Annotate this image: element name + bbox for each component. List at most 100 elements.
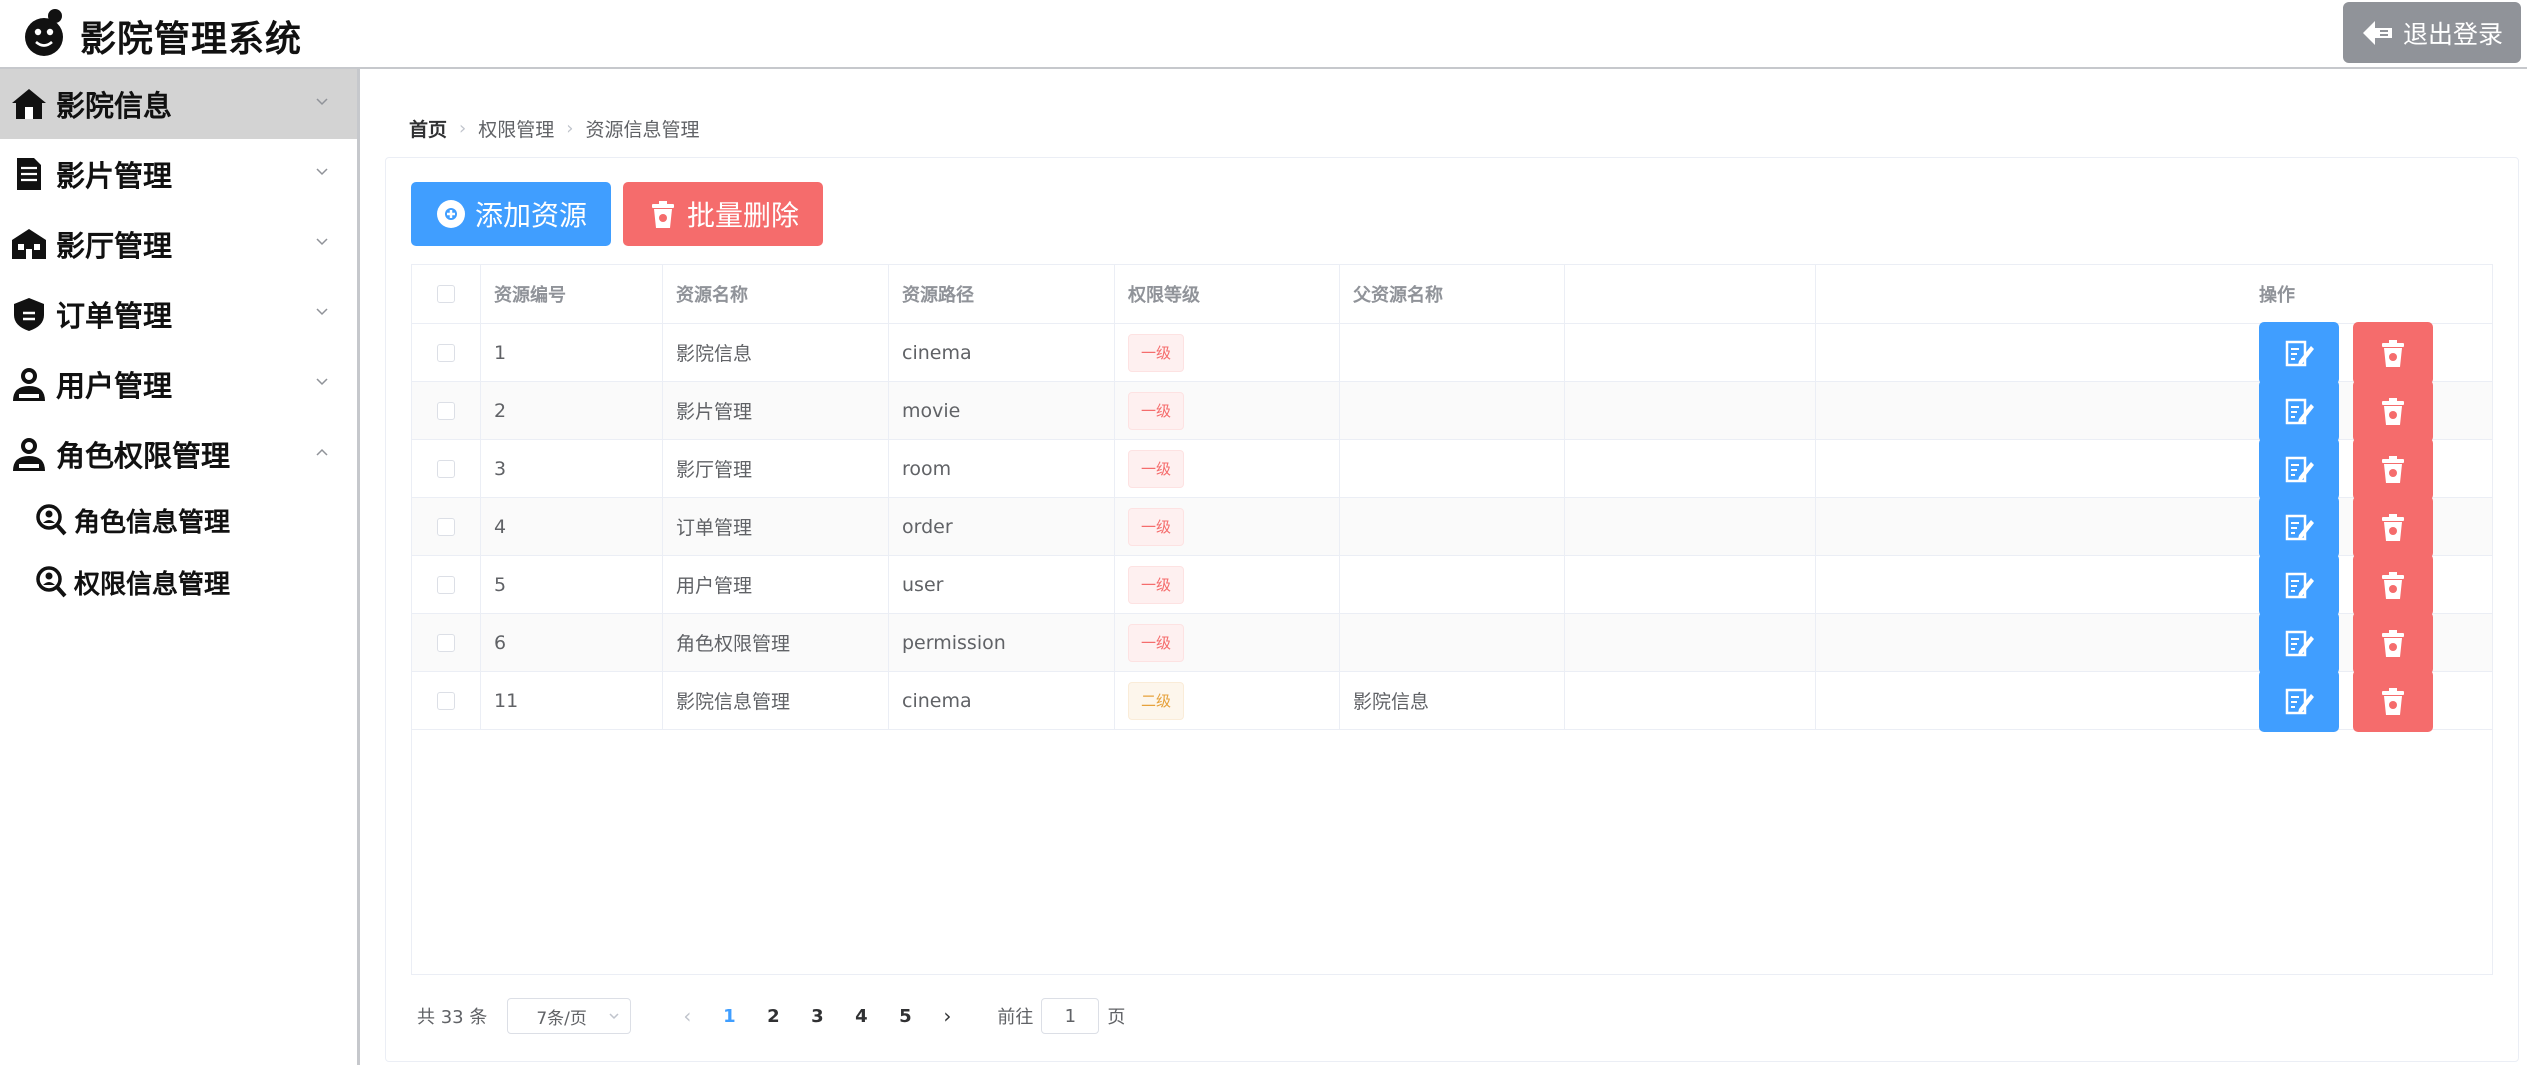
row-checkbox[interactable] [437, 401, 455, 420]
batch-delete-button[interactable]: 批量删除 [623, 182, 823, 246]
operation-cell [2245, 669, 2494, 732]
edit-button[interactable] [2259, 437, 2339, 500]
resource-path-cell: cinema [889, 672, 1115, 729]
goto-suffix: 页 [1107, 1007, 1126, 1028]
sidebar-subitem-label: 角色信息管理 [74, 507, 231, 538]
operation-cell [2245, 437, 2494, 500]
empty-cell [1565, 556, 1816, 613]
column-header-empty [1565, 265, 1816, 323]
logo-icon [25, 9, 63, 56]
table-row: 3 影厅管理 room 一级 [412, 437, 2494, 500]
prev-page-icon[interactable]: ‹ [667, 1004, 707, 1028]
page-number[interactable]: 5 [883, 1006, 927, 1027]
home-icon [10, 85, 48, 123]
sidebar-subitem-role-info[interactable]: 角色信息管理 [0, 489, 357, 551]
logout-label: 退出登录 [2402, 19, 2503, 49]
delete-button[interactable] [2353, 379, 2433, 442]
add-resource-label: 添加资源 [474, 199, 587, 232]
resource-id-cell: 2 [481, 382, 663, 439]
edit-button[interactable] [2259, 321, 2339, 384]
permission-level-cell: 一级 [1115, 556, 1340, 613]
sidebar-item-cinema-info[interactable]: 影院信息 [0, 69, 357, 139]
empty-cell [1565, 324, 1816, 381]
delete-button[interactable] [2353, 669, 2433, 732]
parent-resource-cell [1340, 440, 1565, 497]
empty-cell [1565, 498, 1816, 555]
edit-button[interactable] [2259, 669, 2339, 732]
row-checkbox[interactable] [437, 575, 455, 594]
sidebar-item-user[interactable]: 用户管理 [0, 349, 357, 419]
row-checkbox[interactable] [437, 459, 455, 478]
edit-icon [2283, 627, 2315, 659]
trash-icon [2377, 395, 2409, 427]
pagination: 共 33 条 7条/页 ‹ 1 2 3 4 5 › 前往 页 [417, 998, 1125, 1034]
row-checkbox[interactable] [437, 517, 455, 536]
delete-button[interactable] [2353, 495, 2433, 558]
goto-prefix: 前往 [997, 1007, 1034, 1028]
page-size-select[interactable]: 7条/页 [507, 998, 632, 1034]
logout-arrow-icon [2362, 20, 2392, 45]
edit-button[interactable] [2259, 379, 2339, 442]
delete-button[interactable] [2353, 437, 2433, 500]
sidebar-item-hall[interactable]: 影厅管理 [0, 209, 357, 279]
select-all-checkbox[interactable] [437, 285, 455, 303]
page-number[interactable]: 1 [707, 1006, 751, 1027]
page-number[interactable]: 2 [751, 1006, 795, 1027]
column-header: 权限等级 [1115, 265, 1340, 323]
delete-button[interactable] [2353, 553, 2433, 616]
parent-resource-cell [1340, 556, 1565, 613]
row-checkbox[interactable] [437, 633, 455, 652]
batch-delete-label: 批量删除 [686, 199, 799, 232]
row-select-cell [412, 382, 481, 439]
edit-button[interactable] [2259, 611, 2339, 674]
resource-id-cell: 4 [481, 498, 663, 555]
operation-cell [2245, 553, 2494, 616]
page-size-value: 7条/页 [536, 1008, 587, 1029]
row-select-cell [412, 324, 481, 381]
permission-level-tag: 一级 [1128, 565, 1185, 604]
resource-name-cell: 影片管理 [663, 382, 889, 439]
edit-icon [2283, 395, 2315, 427]
sidebar-subitem-permission-info[interactable]: 权限信息管理 [0, 551, 357, 613]
empty-cell [1565, 614, 1816, 671]
resource-name-cell: 角色权限管理 [663, 614, 889, 671]
row-checkbox[interactable] [437, 691, 455, 710]
permission-level-tag: 一级 [1128, 333, 1185, 372]
edit-button[interactable] [2259, 553, 2339, 616]
logout-button[interactable]: 退出登录 [2343, 2, 2521, 63]
permission-level-cell: 一级 [1115, 440, 1340, 497]
select-all-cell [412, 265, 481, 323]
chevron-down-icon [316, 308, 328, 316]
next-page-icon[interactable]: › [927, 1004, 967, 1028]
row-select-cell [412, 498, 481, 555]
search-user-icon [36, 566, 67, 598]
sidebar-item-movie[interactable]: 影片管理 [0, 139, 357, 209]
empty-cell [1565, 382, 1816, 439]
page-number[interactable]: 3 [795, 1006, 839, 1027]
operation-cell [2245, 321, 2494, 384]
permission-level-cell: 一级 [1115, 614, 1340, 671]
operation-cell [2245, 379, 2494, 442]
top-header: 影院管理系统 退出登录 [0, 0, 2527, 69]
row-checkbox[interactable] [437, 343, 455, 362]
column-header: 操作 [2259, 285, 2295, 306]
goto-page-input[interactable] [1041, 998, 1100, 1034]
total-count: 共 33 条 [417, 1007, 488, 1028]
add-resource-button[interactable]: 添加资源 [411, 182, 611, 246]
permission-level-cell: 一级 [1115, 382, 1340, 439]
resource-id-cell: 1 [481, 324, 663, 381]
delete-button[interactable] [2353, 611, 2433, 674]
page-number[interactable]: 4 [839, 1006, 883, 1027]
user-icon [10, 435, 48, 473]
building-icon [10, 225, 48, 263]
breadcrumb-home[interactable]: 首页 [409, 115, 447, 142]
edit-button[interactable] [2259, 495, 2339, 558]
breadcrumb-separator-icon: › [459, 118, 467, 139]
table-row: 6 角色权限管理 permission 一级 [412, 611, 2492, 674]
sidebar-item-role-permission[interactable]: 角色权限管理 [0, 419, 357, 489]
trash-icon [651, 201, 674, 228]
empty-cell [1565, 672, 1816, 729]
sidebar-item-order[interactable]: 订单管理 [0, 279, 357, 349]
delete-button[interactable] [2353, 321, 2433, 384]
resource-path-cell: order [889, 498, 1115, 555]
